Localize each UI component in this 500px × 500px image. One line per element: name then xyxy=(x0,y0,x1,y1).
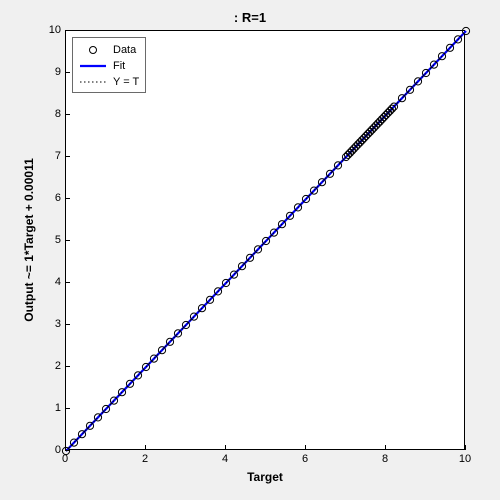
y-tick xyxy=(65,324,70,325)
x-tick-label: 8 xyxy=(382,453,388,465)
y-tick-label: 0 xyxy=(43,444,61,456)
legend-label-fit: Fit xyxy=(113,60,125,72)
y-tick xyxy=(65,72,70,73)
y-tick-label: 7 xyxy=(43,150,61,162)
y-tick xyxy=(65,198,70,199)
legend-entry-data: Data xyxy=(79,42,139,58)
x-tick xyxy=(305,445,306,450)
x-tick xyxy=(225,445,226,450)
y-tick xyxy=(65,366,70,367)
y-tick-label: 9 xyxy=(43,66,61,78)
x-tick-label: 6 xyxy=(302,453,308,465)
y-tick xyxy=(65,114,70,115)
y-tick xyxy=(65,156,70,157)
figure-window: : R=1 Data Fit Y = T xyxy=(0,0,500,500)
y-tick-label: 2 xyxy=(43,360,61,372)
x-tick-label: 4 xyxy=(222,453,228,465)
plot-area xyxy=(66,31,466,451)
y-tick-label: 5 xyxy=(43,234,61,246)
x-tick-label: 10 xyxy=(459,453,471,465)
y-tick xyxy=(65,240,70,241)
chart-legend: Data Fit Y = T xyxy=(72,37,146,93)
legend-swatch-yt xyxy=(79,76,107,88)
y-tick-label: 4 xyxy=(43,276,61,288)
x-tick xyxy=(465,445,466,450)
x-axis-label: Target xyxy=(65,470,465,484)
legend-entry-yt: Y = T xyxy=(79,74,139,90)
y-tick xyxy=(65,282,70,283)
y-tick xyxy=(65,450,70,451)
y-tick-label: 8 xyxy=(43,108,61,120)
legend-swatch-fit xyxy=(79,60,107,72)
y-tick-label: 6 xyxy=(43,192,61,204)
y-tick-label: 3 xyxy=(43,318,61,330)
chart-axes: Data Fit Y = T xyxy=(65,30,465,450)
legend-label-yt: Y = T xyxy=(113,76,139,88)
legend-swatch-data xyxy=(79,44,107,56)
chart-title: : R=1 xyxy=(0,10,500,25)
y-tick-label: 1 xyxy=(43,402,61,414)
x-tick xyxy=(385,445,386,450)
legend-label-data: Data xyxy=(113,44,136,56)
legend-entry-fit: Fit xyxy=(79,58,139,74)
x-tick-label: 2 xyxy=(142,453,148,465)
y-axis-label: Output ~= 1*Target + 0.00011 xyxy=(22,30,36,450)
y-tick-label: 10 xyxy=(43,24,61,36)
y-tick xyxy=(65,30,70,31)
y-tick xyxy=(65,408,70,409)
x-tick xyxy=(145,445,146,450)
x-tick-label: 0 xyxy=(62,453,68,465)
